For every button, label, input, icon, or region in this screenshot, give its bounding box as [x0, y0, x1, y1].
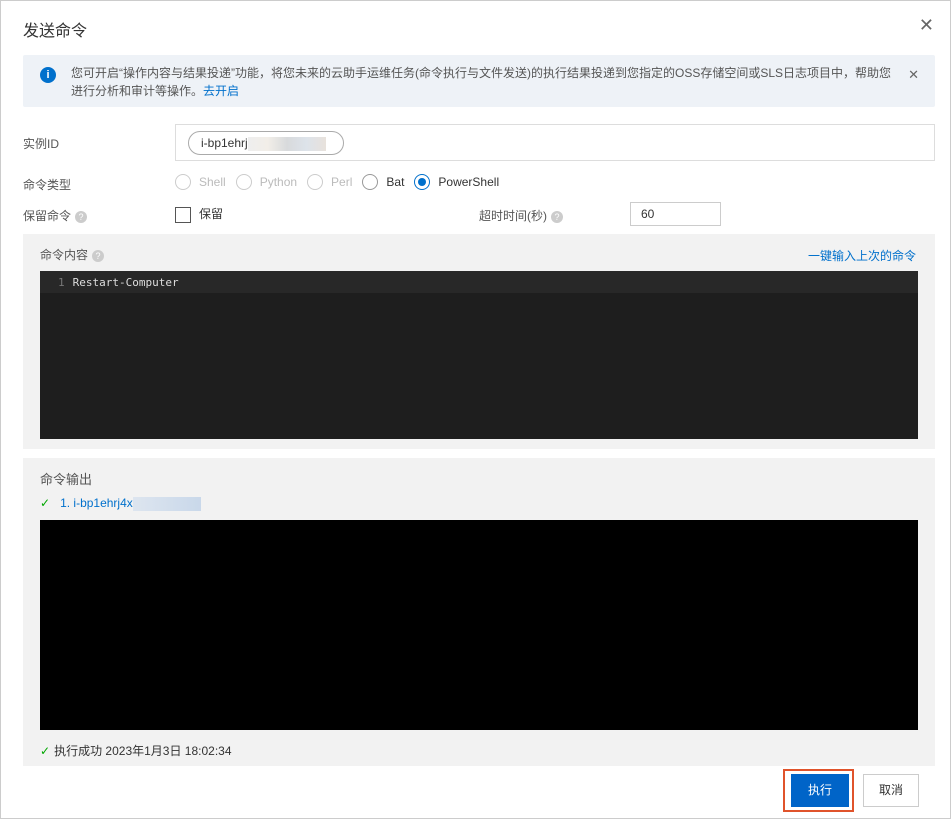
help-icon: ?: [551, 211, 563, 223]
output-label: 命令输出: [40, 472, 93, 487]
instance-label: 实例ID: [23, 137, 60, 151]
code-line: 1 Restart-Computer: [40, 271, 918, 293]
info-icon: i: [40, 67, 56, 83]
type-label: 命令类型: [23, 178, 72, 192]
keep-label: 保留命令?: [23, 207, 88, 224]
exec-status: ✓ 执行成功 2023年1月3日 18:02:34: [40, 744, 232, 758]
dialog-title: 发送命令: [23, 23, 88, 40]
type-radio-group: Shell Python Perl Bat PowerShell: [175, 174, 509, 190]
radio-perl[interactable]: Perl: [307, 174, 352, 190]
cancel-button[interactable]: 取消: [863, 774, 919, 807]
check-icon: ✓: [40, 496, 51, 510]
timeout-input[interactable]: 60: [630, 202, 721, 226]
help-icon: ?: [92, 250, 105, 262]
timeout-label: 超时时间(秒)?: [479, 207, 563, 224]
instance-box: i-bp1ehrj: [175, 124, 935, 161]
keep-checkbox[interactable]: 保留: [175, 205, 223, 223]
execute-button[interactable]: 执行: [791, 774, 849, 807]
close-icon[interactable]: ✕: [919, 15, 934, 36]
output-instance-item[interactable]: ✓ 1. i-bp1ehrj4x: [40, 496, 201, 511]
code-editor[interactable]: 1 Restart-Computer: [40, 271, 918, 439]
radio-powershell[interactable]: PowerShell: [414, 174, 499, 190]
alert-close-icon[interactable]: ✕: [908, 67, 919, 83]
radio-bat[interactable]: Bat: [362, 174, 404, 190]
info-alert: i 您可开启“操作内容与结果投递”功能，将您未来的云助手运维任务(命令执行与文件…: [23, 55, 935, 107]
instance-tag[interactable]: i-bp1ehrj: [188, 131, 344, 155]
alert-text: 您可开启“操作内容与结果投递”功能，将您未来的云助手运维任务(命令执行与文件发送…: [71, 66, 892, 98]
last-command-link[interactable]: 一键输入上次的命令: [808, 247, 916, 264]
enable-link[interactable]: 去开启: [203, 84, 239, 98]
radio-shell[interactable]: Shell: [175, 174, 226, 190]
help-icon: ?: [75, 211, 88, 223]
output-console: [40, 520, 918, 730]
content-label: 命令内容?: [40, 246, 105, 263]
check-icon: ✓: [40, 744, 51, 758]
radio-python[interactable]: Python: [235, 174, 297, 190]
